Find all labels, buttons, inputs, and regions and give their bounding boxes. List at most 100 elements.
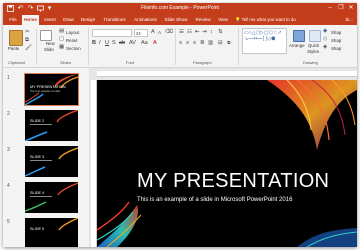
quick-styles-button[interactable]: Quick: [308, 43, 319, 48]
section-button[interactable]: Section: [66, 46, 81, 51]
thumb-text-line: [30, 124, 52, 125]
lightbulb-icon: 💡: [235, 17, 241, 22]
text-direction-icon[interactable]: ⇅: [218, 29, 223, 36]
thumb-swirl-art: [58, 218, 78, 231]
sign-in-link[interactable]: Si...: [345, 15, 353, 25]
thumbnail-slide-5[interactable]: SLIDE 5: [25, 218, 78, 247]
strikethrough-icon[interactable]: ab: [119, 40, 125, 47]
group-font-label: Font: [126, 60, 135, 65]
shape-effects-icon[interactable]: ◈: [323, 44, 327, 51]
line-spacing-icon[interactable]: ↕: [210, 29, 213, 36]
columns-icon[interactable]: ▥: [208, 40, 213, 47]
align-text-icon[interactable]: ⊟: [218, 40, 223, 47]
thumb-number: 4: [7, 183, 10, 189]
font-size-box[interactable]: 24: [134, 29, 148, 37]
thumbnail-slide-4[interactable]: SLIDE 4: [25, 182, 78, 213]
close-icon[interactable]: ✕: [346, 3, 356, 14]
shrink-font-icon[interactable]: A: [158, 29, 161, 36]
arrange-button[interactable]: Arrange: [289, 43, 305, 48]
smartart-icon[interactable]: ⧈: [227, 40, 231, 47]
italic-icon[interactable]: I: [99, 40, 101, 47]
layout-icon: ▤: [59, 28, 65, 34]
new-slide-icon[interactable]: [40, 30, 52, 41]
new-slide-button[interactable]: New: [46, 41, 55, 46]
shape-outline-button[interactable]: Shap: [331, 38, 341, 43]
decrease-indent-icon[interactable]: ⇤: [195, 29, 200, 36]
shape-effects-button[interactable]: Shap: [331, 46, 341, 51]
copy-icon[interactable]: ⧉: [25, 37, 29, 44]
thumbnail-slide-3[interactable]: SLIDE 3: [25, 146, 78, 177]
thumb-swirl-art: [25, 182, 78, 212]
layout-button[interactable]: Layout: [66, 30, 79, 35]
thumb-text-line: [30, 160, 52, 161]
shape-fill-button[interactable]: Shap: [331, 30, 341, 35]
arrange-icon[interactable]: [293, 30, 305, 42]
tell-me-text: Tell me what you want to do: [241, 17, 296, 22]
slide-swirl-art: [97, 80, 357, 247]
paste-button[interactable]: Paste: [8, 46, 19, 51]
format-painter-icon[interactable]: 🖌: [25, 45, 32, 52]
thumb-title: SLIDE 4: [30, 191, 45, 195]
group-drawing-label: Drawing: [303, 60, 318, 65]
thumb-number: 1: [7, 75, 10, 81]
thumb-number: 5: [7, 219, 10, 225]
shape-fill-icon[interactable]: ◆: [323, 28, 327, 35]
slide-title[interactable]: MY PRESENTATION: [137, 170, 329, 193]
paste-icon[interactable]: [9, 30, 23, 46]
tab-transitions[interactable]: Transitions: [100, 15, 129, 25]
increase-indent-icon[interactable]: ⇥: [202, 29, 207, 36]
reset-button[interactable]: Reset: [66, 38, 77, 43]
thumbnail-slide-1[interactable]: MY PRESENTATION This is an example of a …: [24, 73, 79, 106]
font-name-box[interactable]: [92, 29, 132, 37]
powerpoint-window: ↶ ↷ ▾ Fileinfo.com Example - PowerPoint …: [3, 3, 357, 247]
thumb-number: 2: [7, 111, 10, 117]
align-left-icon[interactable]: ≡: [179, 40, 182, 47]
tab-animations[interactable]: Animations: [131, 15, 160, 25]
tab-view[interactable]: View: [215, 15, 231, 25]
minimize-icon[interactable]: –: [325, 3, 335, 14]
tab-slide-show[interactable]: Slide Show: [162, 15, 190, 25]
section-icon: ▦: [59, 44, 65, 50]
tab-draw[interactable]: Draw: [61, 15, 76, 25]
underline-icon[interactable]: U: [105, 40, 109, 47]
slide-subtitle[interactable]: This is an example of a slide in Microso…: [137, 197, 292, 203]
divider: [175, 28, 176, 65]
tab-file[interactable]: File: [6, 15, 20, 25]
justify-icon[interactable]: ≣: [200, 40, 205, 47]
restore-icon[interactable]: ❐: [336, 3, 346, 14]
font-color-icon[interactable]: A: [153, 40, 157, 47]
tell-me-box[interactable]: 💡 Tell me what you want to do: [235, 15, 296, 25]
thumb-number: 3: [7, 147, 10, 153]
title-bar: ↶ ↷ ▾ Fileinfo.com Example - PowerPoint …: [3, 3, 357, 14]
tab-home[interactable]: Home: [22, 15, 39, 25]
shadow-icon[interactable]: S: [112, 40, 116, 47]
shapes-gallery[interactable]: ▭○△⬠▷▢⬡☆↗↘⟶⟵{ }◇⬟: [242, 28, 287, 54]
grow-font-icon[interactable]: A: [151, 29, 155, 36]
shape-outline-icon[interactable]: ◇: [323, 36, 327, 43]
thumb-text-line: [30, 196, 52, 197]
quick-styles-icon[interactable]: [309, 30, 321, 42]
thumb-title: SLIDE 3: [30, 155, 45, 159]
tab-design[interactable]: Design: [78, 15, 98, 25]
numbering-icon[interactable]: ☷: [187, 29, 192, 36]
change-case-icon[interactable]: Aa: [141, 40, 148, 47]
thumbnail-slide-2[interactable]: SLIDE 2: [25, 110, 78, 141]
thumb-title: SLIDE 5: [30, 227, 45, 231]
tab-insert[interactable]: Insert: [41, 15, 59, 25]
bullets-icon[interactable]: ☰: [179, 29, 184, 36]
ribbon-tabs: File Home Insert Draw Design Transitions…: [3, 14, 357, 25]
char-spacing-icon[interactable]: AV: [129, 40, 136, 47]
align-right-icon[interactable]: ≡: [193, 40, 196, 47]
align-center-icon[interactable]: ≡: [186, 40, 189, 47]
divider: [238, 28, 239, 65]
group-slides-label: Slides: [60, 60, 71, 65]
cut-icon[interactable]: ✂: [25, 29, 30, 36]
clear-format-icon[interactable]: ⌫: [165, 29, 173, 36]
divider: [88, 28, 89, 65]
window-title: Fileinfo.com Example - PowerPoint: [141, 5, 219, 11]
tab-review[interactable]: Review: [193, 15, 213, 25]
group-clipboard-label: Clipboard: [8, 60, 26, 65]
bold-icon[interactable]: B: [92, 40, 96, 47]
thumb-swirl-art: [25, 110, 78, 141]
main-slide[interactable]: MY PRESENTATION This is an example of a …: [97, 80, 357, 247]
